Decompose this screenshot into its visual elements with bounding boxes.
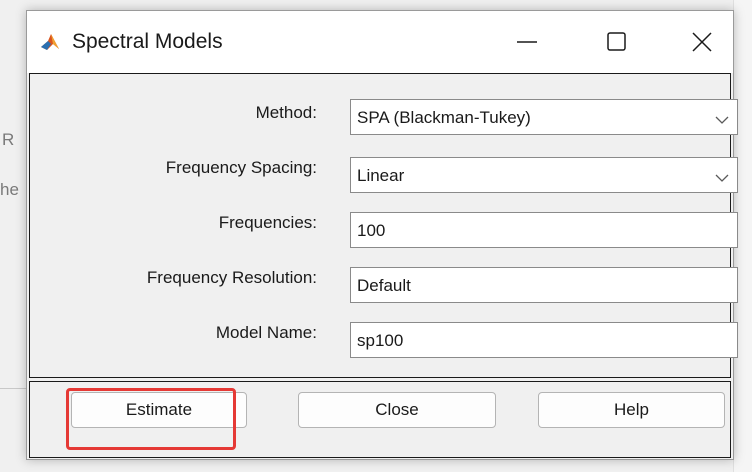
matlab-icon bbox=[39, 31, 61, 53]
frequencies-input[interactable]: 100 bbox=[350, 212, 738, 248]
frequencies-label: Frequencies: bbox=[218, 213, 317, 232]
frequency-spacing-value: Linear bbox=[357, 166, 405, 185]
window-title: Spectral Models bbox=[72, 30, 223, 53]
minimize-button[interactable] bbox=[497, 11, 557, 73]
minimize-icon bbox=[517, 41, 537, 43]
frequencies-value: 100 bbox=[357, 221, 386, 240]
method-label: Method: bbox=[255, 103, 317, 122]
chevron-down-icon bbox=[715, 112, 729, 130]
frequency-resolution-value: Default bbox=[357, 276, 411, 295]
model-name-label: Model Name: bbox=[215, 323, 317, 342]
close-icon bbox=[692, 32, 712, 52]
close-button[interactable]: Close bbox=[298, 392, 496, 428]
model-name-value: sp100 bbox=[357, 331, 404, 350]
method-dropdown[interactable]: SPA (Blackman-Tukey) bbox=[350, 99, 738, 135]
frequency-spacing-dropdown[interactable]: Linear bbox=[350, 157, 738, 193]
background-text-fragment: he bbox=[0, 180, 19, 199]
estimate-highlight-box bbox=[66, 388, 236, 450]
frequency-resolution-input[interactable]: Default bbox=[350, 267, 738, 303]
chevron-down-icon bbox=[715, 170, 729, 188]
frequency-spacing-label: Frequency Spacing: bbox=[165, 158, 317, 177]
frequency-resolution-label: Frequency Resolution: bbox=[146, 268, 317, 287]
model-name-input[interactable]: sp100 bbox=[350, 322, 738, 358]
background-text-fragment: R bbox=[2, 130, 15, 149]
maximize-icon bbox=[607, 32, 626, 51]
method-value: SPA (Blackman-Tukey) bbox=[357, 108, 531, 127]
title-bar[interactable]: Spectral Models bbox=[27, 11, 733, 73]
close-window-button[interactable] bbox=[672, 11, 732, 73]
maximize-button[interactable] bbox=[587, 11, 647, 73]
help-button[interactable]: Help bbox=[538, 392, 725, 428]
